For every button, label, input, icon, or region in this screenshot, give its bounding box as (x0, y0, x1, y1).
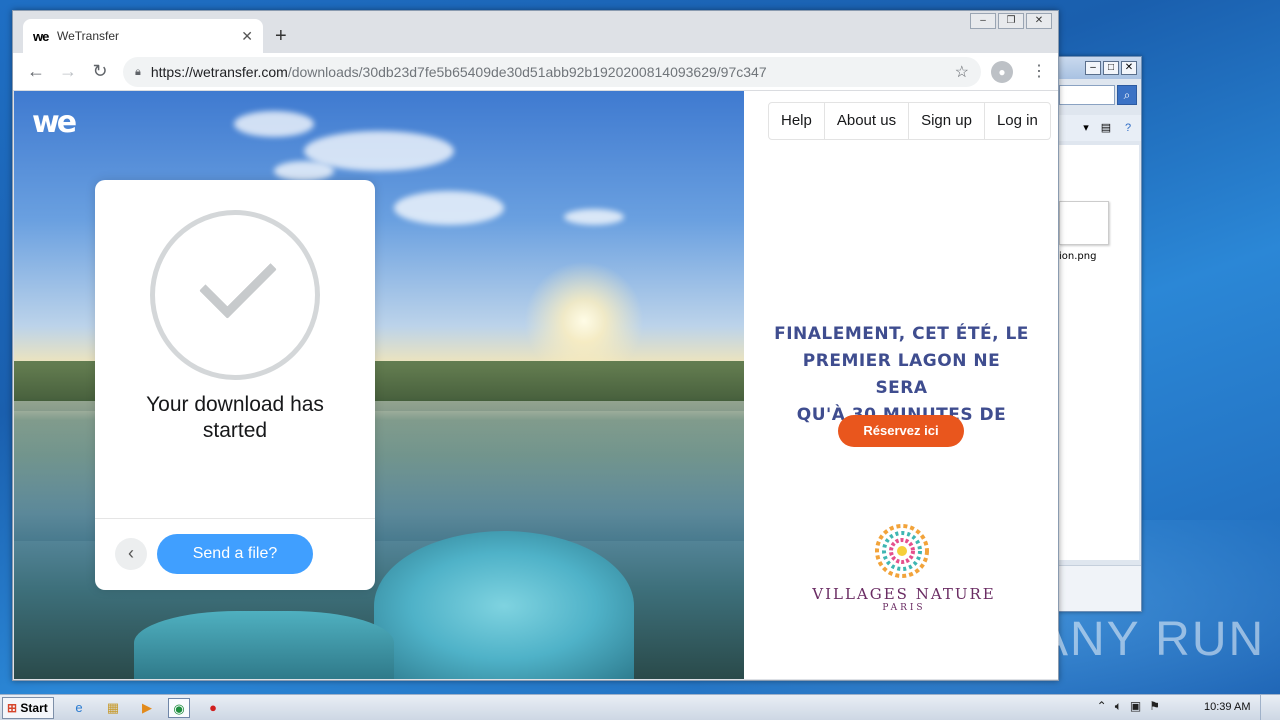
background-photo: we Your download has started ‹ Send a fi… (14, 91, 744, 679)
background-explorer-window: – □ ✕ ⌕ ▾ ▤ ? ion.png (1058, 56, 1142, 612)
volume-icon[interactable]: 🔈︎ (1115, 699, 1122, 714)
minimize-button[interactable]: – (970, 13, 996, 29)
menu-dots-icon[interactable]: ⋮ (1031, 61, 1047, 81)
bg-preview-pane-icon[interactable]: ▤ (1099, 121, 1113, 135)
back-chevron-button[interactable]: ‹ (115, 538, 147, 570)
download-complete-circle (150, 210, 320, 380)
media-player-icon[interactable]: ▶ (136, 698, 158, 718)
bg-search-input[interactable] (1059, 85, 1115, 105)
bg-status-bar (1059, 565, 1141, 611)
ad-reserve-button[interactable]: Réservez ici (838, 415, 964, 447)
lock-icon[interactable]: 🔒︎ (135, 66, 141, 79)
chrome-taskbar-icon[interactable]: ◉ (168, 698, 190, 718)
url-path: /downloads/30db23d7fe5b65409de30d51abb92… (287, 64, 767, 80)
profile-avatar-icon[interactable]: ● (991, 61, 1013, 83)
browser-toolbar: ← → ↻ 🔒︎ https://wetransfer.com/download… (13, 53, 1058, 91)
villages-nature-logo-icon[interactable] (874, 523, 930, 579)
close-button[interactable]: ✕ (1026, 13, 1052, 29)
cloud-shape (274, 161, 334, 181)
tray-expand-icon[interactable]: ⌃ (1097, 699, 1107, 714)
page-viewport: we Your download has started ‹ Send a fi… (14, 91, 1058, 679)
wetransfer-favicon-icon: we (33, 28, 49, 44)
system-tray: ⌃ 🔈︎ ▣ ⚑ (1097, 699, 1160, 714)
file-explorer-icon[interactable]: ▦ (102, 698, 124, 718)
nav-help[interactable]: Help (769, 103, 825, 139)
download-message-line2: started (202, 419, 268, 442)
reload-icon[interactable]: ↻ (89, 61, 111, 82)
start-label: Start (20, 701, 48, 715)
nav-about-us[interactable]: About us (825, 103, 910, 139)
bg-file-label[interactable]: ion.png (1059, 251, 1096, 262)
villages-nature-brand: VILLAGES NATURE (812, 585, 996, 603)
anyrun-watermark: ANY RUN (1036, 613, 1266, 666)
bg-window-caption: – □ ✕ (1059, 57, 1141, 79)
right-panel: Help About us Sign up Log in FINALEMENT,… (744, 91, 1058, 679)
lagoon-pool (374, 531, 634, 679)
cloud-shape (394, 191, 504, 225)
tab-close-icon[interactable]: ✕ (241, 28, 253, 45)
lagoon-pool-left (134, 611, 394, 679)
ad-headline-line2: PREMIER LAGON NE SERA (802, 351, 1001, 398)
card-divider (95, 518, 375, 519)
bg-file-pane: ion.png (1059, 145, 1139, 560)
send-file-button[interactable]: Send a file? (157, 534, 313, 574)
internet-explorer-icon[interactable]: e (68, 698, 90, 718)
tab-title: WeTransfer (57, 29, 120, 43)
bg-maximize-button[interactable]: □ (1103, 61, 1119, 75)
tab-wetransfer[interactable]: we WeTransfer ✕ (23, 19, 263, 53)
cloud-shape (564, 209, 624, 225)
show-desktop-button[interactable] (1260, 695, 1280, 720)
checkmark-icon (199, 241, 277, 319)
start-button[interactable]: ⊞ Start (2, 697, 54, 719)
villages-nature-subtitle: PARIS (882, 603, 926, 613)
restore-button[interactable]: ❐ (998, 13, 1024, 29)
back-arrow-icon[interactable]: ← (25, 61, 47, 82)
taskbar-clock[interactable]: 10:39 AM (1204, 701, 1250, 713)
nav-sign-up[interactable]: Sign up (909, 103, 985, 139)
cloud-shape (234, 111, 314, 137)
wetransfer-logo[interactable]: we (32, 105, 77, 140)
bookmark-star-icon[interactable]: ☆ (955, 62, 969, 82)
bg-toolbar: ▾ ▤ ? (1059, 115, 1141, 141)
tab-strip: we WeTransfer ✕ + – ❐ ✕ (13, 11, 1058, 53)
nav-log-in[interactable]: Log in (985, 103, 1050, 139)
url-host: https://wetransfer.com (150, 64, 288, 80)
bg-close-button[interactable]: ✕ (1121, 61, 1137, 75)
ad-headline-line1: FINALEMENT, CET ÉTÉ, LE (774, 324, 1029, 344)
bg-help-icon[interactable]: ? (1121, 121, 1135, 135)
network-icon[interactable]: ▣ (1130, 699, 1141, 714)
taskbar: ⊞ Start e ▦ ▶ ◉ ● ⌃ 🔈︎ ▣ ⚑ 10:39 AM (0, 694, 1280, 720)
download-started-message: Your download has started (95, 392, 375, 444)
action-center-flag-icon[interactable]: ⚑ (1149, 699, 1160, 714)
top-nav: Help About us Sign up Log in (768, 102, 1051, 140)
chrome-window: we WeTransfer ✕ + – ❐ ✕ ← → ↻ 🔒︎ https:/… (12, 10, 1059, 681)
download-card: Your download has started ‹ Send a file? (95, 180, 375, 590)
window-controls: – ❐ ✕ (970, 13, 1052, 29)
opera-icon[interactable]: ● (202, 698, 224, 718)
forward-arrow-icon[interactable]: → (57, 61, 79, 82)
bg-dropdown-icon[interactable]: ▾ (1079, 121, 1093, 135)
new-tab-button[interactable]: + (275, 25, 287, 48)
url-text[interactable]: https://wetransfer.com/downloads/30db23d… (151, 64, 955, 80)
bg-search-icon[interactable]: ⌕ (1117, 85, 1137, 105)
download-message-line1: Your download has (146, 393, 324, 416)
bg-file-thumbnail[interactable] (1059, 201, 1109, 245)
windows-logo-icon: ⊞ (7, 701, 18, 715)
address-bar[interactable]: 🔒︎ https://wetransfer.com/downloads/30db… (123, 57, 981, 87)
bg-minimize-button[interactable]: – (1085, 61, 1101, 75)
